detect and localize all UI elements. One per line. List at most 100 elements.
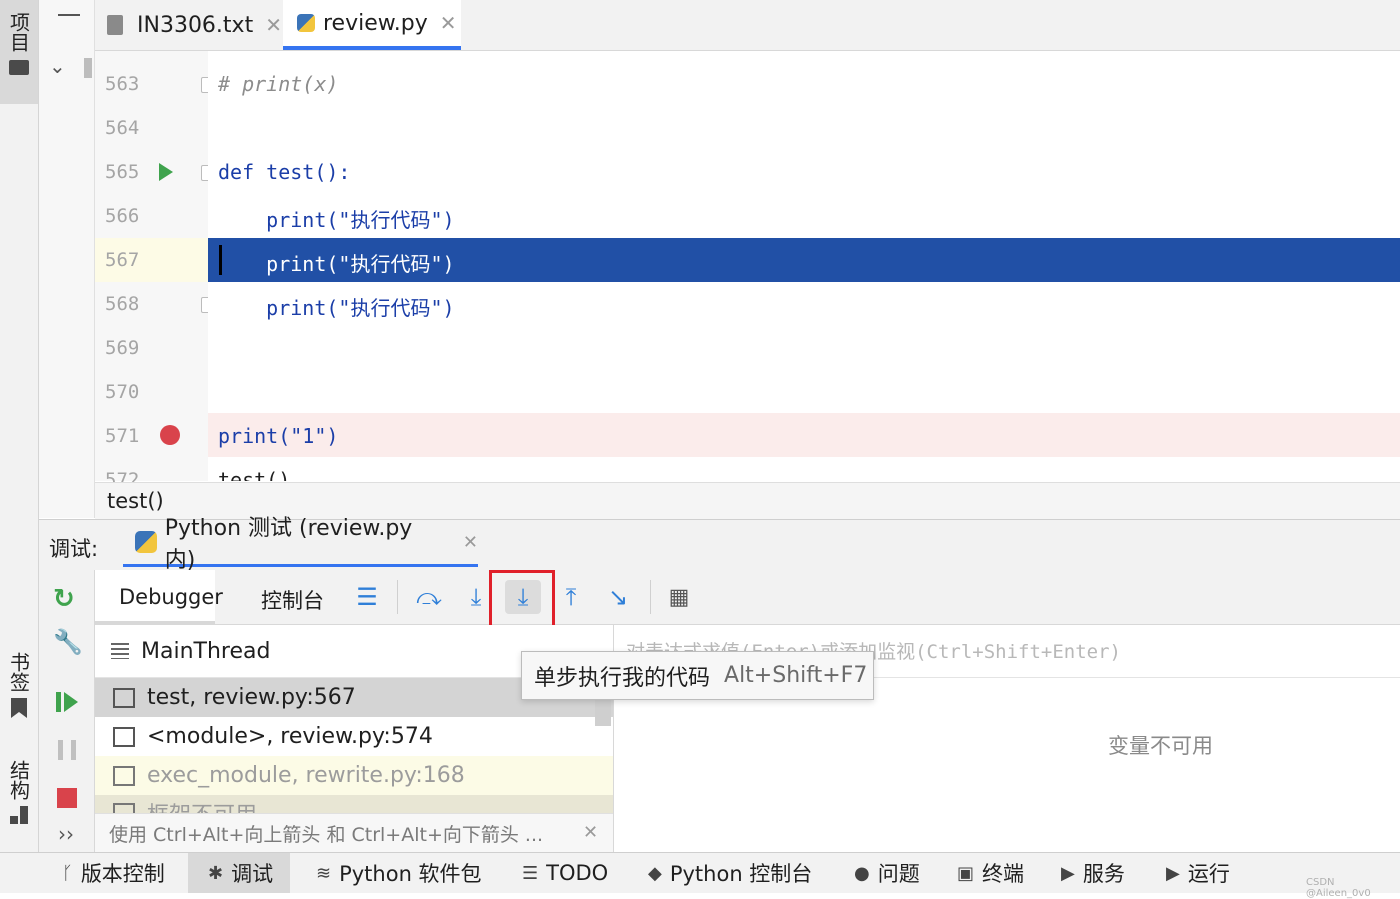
run-icon: ▶	[1166, 862, 1180, 884]
chevron-down-icon[interactable]: ⌄	[49, 54, 66, 78]
status-label: 调试	[231, 862, 274, 886]
status-label: 终端	[982, 862, 1025, 886]
code-line: print("执行代码")	[218, 296, 455, 320]
line-number: 571	[105, 425, 140, 447]
status-label: 版本控制	[80, 862, 165, 886]
run-gutter-icon[interactable]	[159, 163, 173, 181]
project-tool-tab[interactable]: 项目	[0, 0, 38, 104]
minimize-icon[interactable]	[58, 14, 80, 16]
line-number: 567	[105, 249, 140, 271]
status-terminal[interactable]: ▣ 终端	[957, 853, 1024, 893]
tab-label: review.py	[323, 10, 428, 36]
status-debug[interactable]: ✱ 调试	[188, 853, 290, 893]
frames-hint: 使用 Ctrl+Alt+向上箭头 和 Ctrl+Alt+向下箭头 ... ✕	[95, 813, 613, 852]
toolbar-divider	[650, 580, 651, 614]
structure-tool-tab[interactable]: 结构	[0, 760, 38, 840]
status-run[interactable]: ▶ 运行	[1166, 853, 1230, 893]
code-line: # print(x)	[218, 72, 339, 96]
frame-icon	[113, 687, 135, 708]
python-run-icon	[135, 531, 157, 553]
close-icon[interactable]: ✕	[265, 13, 282, 37]
more-icon[interactable]: ››	[58, 822, 74, 846]
python-file-icon	[297, 14, 315, 32]
status-todo[interactable]: ☰ TODO	[522, 853, 608, 893]
status-problems[interactable]: ● 问题	[854, 853, 920, 893]
project-panel-collapsed: ⌄	[39, 0, 95, 518]
status-python-packages[interactable]: ≋ Python 软件包	[316, 853, 482, 893]
debugger-toolbar: Debugger 控制台 ☰ ⤼ ⤓ ⤓ ⤒ ↘ ▦	[95, 570, 1400, 625]
code-editor[interactable]: # print(x) def test(): print("执行代码") pri…	[208, 51, 1400, 481]
breakpoint-icon[interactable]	[160, 425, 180, 445]
breakpoint-line-highlight	[208, 413, 1400, 457]
line-number: 564	[105, 117, 140, 139]
bug-icon: ✱	[208, 862, 224, 884]
line-number: 566	[105, 205, 140, 227]
session-tab-label: Python 测试 (review.py 内)	[164, 516, 413, 573]
editor-tab-bar: IN3306.txt ✕ review.py ✕	[95, 0, 1400, 51]
frame-label: <module>, review.py:574	[147, 724, 433, 749]
tooltip: 单步执行我的代码 Alt+Shift+F7	[521, 651, 874, 700]
close-icon[interactable]: ✕	[440, 11, 457, 35]
pause-icon[interactable]	[58, 740, 76, 760]
line-number: 569	[105, 337, 140, 359]
code-line: print("1")	[218, 424, 339, 448]
status-services[interactable]: ▶ 服务	[1061, 853, 1125, 893]
line-number: 568	[105, 293, 140, 315]
left-tool-strip: 项目 书签 结构	[0, 0, 39, 852]
step-into-my-code-highlight	[489, 570, 555, 629]
frame-icon	[113, 726, 135, 747]
step-out-icon[interactable]: ⤒	[553, 580, 589, 614]
status-label: Python 软件包	[339, 862, 482, 886]
thread-name: MainThread	[141, 638, 271, 664]
line-number: 563	[105, 73, 140, 95]
branch-icon: ᚴ	[62, 862, 73, 884]
run-to-cursor-icon[interactable]: ↘	[600, 580, 636, 614]
status-python-console[interactable]: ◆ Python 控制台	[648, 853, 812, 893]
debug-side-toolbar: ↻ 🔧 ››	[39, 570, 95, 852]
editor-gutter: 563 564 565 566 567 568 569 570 571 572	[95, 51, 213, 491]
line-number: 570	[105, 381, 140, 403]
code-line-current: print("执行代码")	[218, 252, 455, 276]
status-label: 服务	[1082, 862, 1125, 886]
code-line: def test():	[218, 160, 351, 184]
thread-icon	[111, 643, 129, 659]
list-icon: ☰	[522, 862, 539, 884]
project-tab-label: 项目	[6, 12, 31, 52]
frame-item[interactable]: <module>, review.py:574	[95, 717, 613, 756]
wrench-icon[interactable]: 🔧	[53, 628, 83, 656]
tab-in3306-txt[interactable]: IN3306.txt ✕	[107, 0, 282, 50]
status-version-control[interactable]: ᚴ 版本控制	[62, 853, 165, 893]
scrollbar-thumb[interactable]	[84, 58, 92, 78]
line-number: 565	[105, 161, 140, 183]
step-over-icon[interactable]: ⤼	[411, 580, 447, 614]
resume-icon[interactable]	[56, 692, 61, 712]
structure-icon	[10, 806, 28, 824]
layers-icon: ≋	[316, 862, 332, 884]
toolbar-divider	[397, 580, 398, 614]
rerun-icon[interactable]: ↻	[53, 584, 75, 614]
close-icon[interactable]: ✕	[583, 822, 598, 843]
tab-debugger[interactable]: Debugger	[119, 585, 223, 609]
debug-tool-header: 调试: Python 测试 (review.py 内) ✕	[39, 516, 1400, 573]
close-icon[interactable]: ✕	[463, 532, 478, 553]
bookmarks-tool-tab[interactable]: 书签	[0, 652, 38, 732]
status-label: TODO	[546, 861, 609, 885]
debug-session-tab[interactable]: Python 测试 (review.py 内) ✕	[123, 516, 478, 573]
status-label: Python 控制台	[669, 862, 813, 886]
variables-empty-text: 变量不可用	[1108, 734, 1213, 758]
tool-window-bar: ᚴ 版本控制 ✱ 调试 ≋ Python 软件包 ☰ TODO ◆ Python…	[0, 852, 1400, 899]
stop-icon[interactable]	[57, 788, 77, 808]
text-file-icon	[107, 15, 123, 35]
breadcrumb-item[interactable]: test()	[107, 489, 164, 513]
evaluate-expression-icon[interactable]: ▦	[661, 580, 697, 614]
menu-lines-icon[interactable]: ☰	[349, 580, 385, 614]
resume-icon-arrow	[64, 692, 78, 712]
structure-tab-label: 结构	[6, 760, 31, 800]
tab-review-py[interactable]: review.py ✕	[283, 0, 461, 50]
watermark: CSDN @Aileen_0v0	[1306, 877, 1371, 899]
tab-console[interactable]: 控制台	[261, 585, 324, 615]
code-line: print("执行代码")	[218, 208, 455, 232]
terminal-icon: ▣	[957, 862, 975, 884]
bookmarks-tab-label: 书签	[6, 652, 31, 692]
frame-item[interactable]: exec_module, rewrite.py:168	[95, 756, 613, 795]
